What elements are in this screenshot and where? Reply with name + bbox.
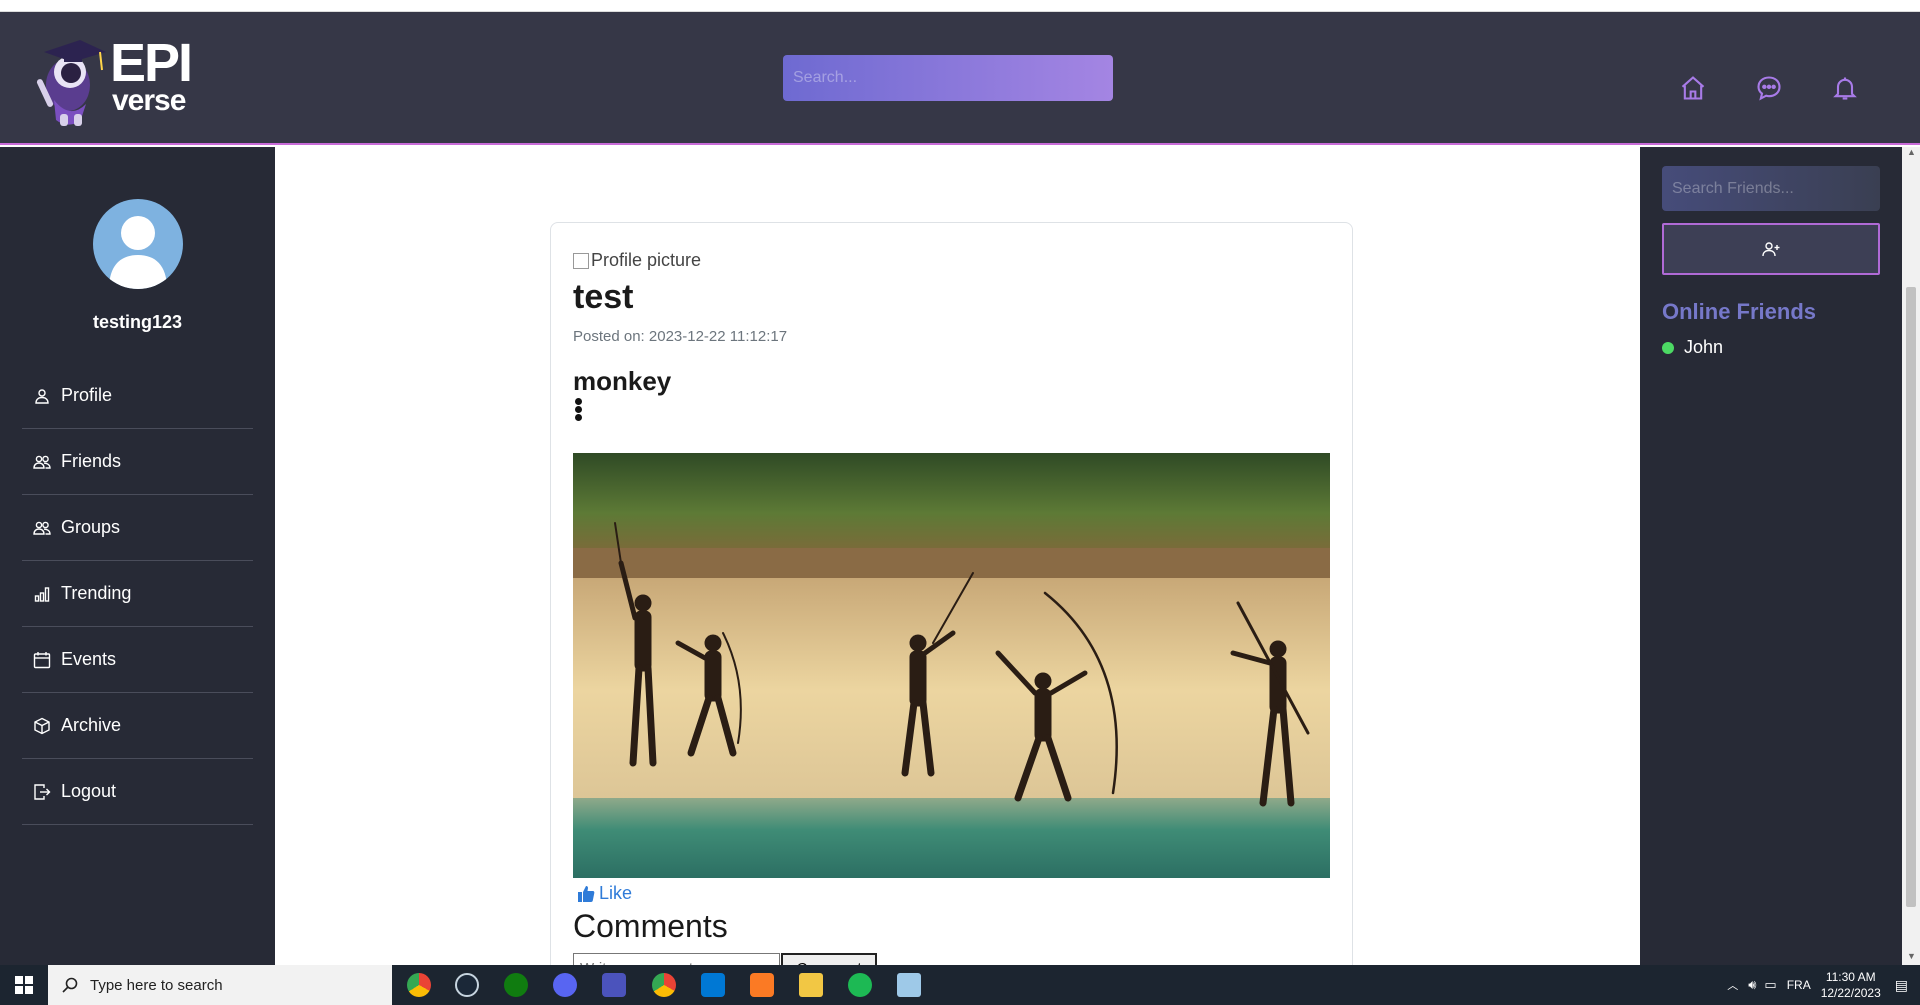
search-icon	[62, 977, 78, 993]
taskbar-search[interactable]: Type here to search	[48, 965, 392, 1005]
notepad-app-icon[interactable]	[897, 973, 921, 997]
post-card: Profile picture test Posted on: 2023-12-…	[550, 222, 1353, 982]
file-explorer-app-icon[interactable]	[799, 973, 823, 997]
users-icon	[32, 518, 52, 538]
language-indicator[interactable]: FRA	[1787, 978, 1811, 992]
bell-icon[interactable]	[1831, 74, 1859, 102]
epiverse-logo[interactable]: EPI verse	[30, 30, 193, 130]
post-title: test	[573, 278, 634, 316]
logo-text-epi: EPI	[110, 33, 193, 93]
chevron-up-icon[interactable]: ︿	[1727, 977, 1738, 993]
users-icon	[32, 452, 52, 472]
sidebar-item-logout[interactable]: Logout	[22, 759, 253, 825]
post-image	[573, 453, 1330, 878]
clock[interactable]: 11:30 AM 12/22/2023	[1821, 969, 1881, 1001]
scroll-down-arrow-icon[interactable]: ▼	[1907, 951, 1916, 961]
sidebar-item-label: Profile	[61, 385, 113, 405]
calendar-icon	[32, 650, 52, 670]
xampp-app-icon[interactable]	[750, 973, 774, 997]
start-button[interactable]	[0, 965, 48, 1005]
friend-search-input[interactable]	[1662, 166, 1880, 211]
logout-icon	[32, 782, 52, 802]
sidebar-item-groups[interactable]: Groups	[22, 495, 253, 561]
sidebar-item-trending[interactable]: Trending	[22, 561, 253, 627]
post-body: monkey	[573, 366, 672, 396]
global-search-input[interactable]	[783, 55, 1113, 101]
left-sidebar: testing123 Profile Friends Groups Trendi…	[0, 147, 275, 965]
chrome-app-icon[interactable]	[407, 973, 431, 997]
post-author-avatar: Profile picture	[573, 250, 701, 271]
online-friend-item[interactable]: John	[1662, 337, 1723, 358]
sidebar-item-events[interactable]: Events	[22, 627, 253, 693]
taskbar-search-label: Type here to search	[90, 976, 223, 994]
sidebar-item-profile[interactable]: Profile	[22, 363, 253, 429]
teams-app-icon[interactable]	[602, 973, 626, 997]
sidebar-item-label: Friends	[61, 451, 122, 471]
vscode-app-icon[interactable]	[701, 973, 725, 997]
sidebar-item-label: Trending	[61, 583, 132, 603]
top-header: EPI verse	[0, 12, 1920, 145]
post-options-icon[interactable]	[575, 398, 583, 421]
clock-date: 12/22/2023	[1820, 986, 1881, 1000]
box-icon	[32, 716, 52, 736]
logo-text-verse: verse	[112, 84, 186, 117]
sidebar-nav: Profile Friends Groups Trending Events A…	[22, 363, 253, 825]
volume-icon[interactable]: 🔊︎	[1748, 977, 1756, 993]
home-icon[interactable]	[1679, 74, 1707, 102]
add-user-icon	[1762, 242, 1780, 257]
avatar[interactable]	[93, 199, 183, 289]
like-label: Like	[599, 883, 633, 903]
post-timestamp: Posted on: 2023-12-22 11:12:17	[573, 328, 788, 345]
thumbs-up-icon	[578, 885, 595, 902]
sidebar-item-label: Groups	[61, 517, 121, 537]
bar-chart-icon	[32, 584, 52, 604]
browser-top-strip	[0, 0, 1920, 12]
network-icon[interactable]: ▭	[1764, 977, 1776, 993]
beach-scene-photo	[573, 453, 1330, 878]
friend-name: John	[1684, 337, 1724, 357]
xbox-app-icon[interactable]	[504, 973, 528, 997]
sidebar-item-label: Archive	[61, 715, 122, 735]
astronaut-mascot-icon	[36, 40, 106, 126]
sidebar-item-label: Logout	[61, 781, 117, 801]
page-scrollbar[interactable]: ▲ ▼	[1902, 147, 1920, 965]
steam-app-icon[interactable]	[455, 973, 479, 997]
online-status-dot	[1662, 341, 1674, 354]
online-friends-heading: Online Friends	[1662, 299, 1817, 324]
user-icon	[32, 386, 52, 406]
friends-panel: Online Friends John	[1640, 147, 1902, 965]
add-friend-button[interactable]	[1662, 223, 1880, 275]
chat-icon[interactable]	[1755, 74, 1783, 102]
chrome-profile-app-icon[interactable]	[652, 973, 676, 997]
scroll-up-arrow-icon[interactable]: ▲	[1907, 147, 1916, 157]
system-tray: ︿ 🔊︎ ▭ FRA 11:30 AM 12/22/2023 ▤	[1727, 965, 1920, 1005]
spotify-app-icon[interactable]	[848, 973, 872, 997]
sidebar-item-friends[interactable]: Friends	[22, 429, 253, 495]
windows-taskbar: Type here to search ︿ 🔊︎ ▭ FRA 11:30 AM …	[0, 965, 1920, 1005]
default-user-avatar-icon	[109, 216, 167, 289]
sidebar-item-label: Events	[61, 649, 117, 669]
username: testing123	[92, 312, 183, 332]
discord-app-icon[interactable]	[553, 973, 577, 997]
broken-image-icon	[573, 252, 589, 269]
profile-picture-alt-text: Profile picture	[591, 250, 702, 270]
windows-logo-icon	[15, 976, 33, 994]
sidebar-item-archive[interactable]: Archive	[22, 693, 253, 759]
clock-time: 11:30 AM	[1825, 970, 1876, 984]
scroll-thumb[interactable]	[1906, 287, 1916, 907]
like-button[interactable]: Like	[577, 883, 632, 904]
notification-icon[interactable]: ▤	[1895, 977, 1908, 994]
comments-heading: Comments	[573, 908, 728, 944]
